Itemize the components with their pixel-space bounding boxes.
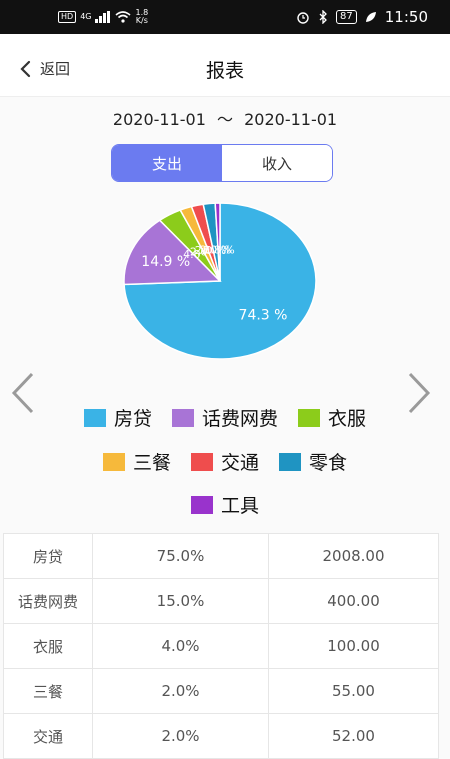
category-cell: 交通 [3,713,93,759]
date-end: 2020-11-01 [244,110,338,129]
table-row[interactable]: 话费网费 15.0% 400.00 [3,578,439,624]
table-row[interactable]: 三餐 2.0% 55.00 [3,668,439,714]
legend-item: 三餐 [102,448,171,475]
type-segmented-control: 支出 收入 [111,144,333,182]
legend-label: 工具 [220,495,259,517]
legend-item: 话费网费 [171,404,278,431]
date-start: 2020-11-01 [112,110,206,129]
pie-label-1: 74.3 % [239,307,288,323]
legend-label: 衣服 [328,408,367,430]
legend-item: 房贷 [83,404,152,431]
legend-item: 零食 [279,448,347,475]
table-row[interactable]: 交通 2.0% 52.00 [3,713,439,759]
percent-cell: 75.0% [92,533,269,579]
legend-swatch [298,408,320,427]
app-header: 返回 报表 [0,34,450,97]
status-left: HD 4G 1.8 K/s [58,9,148,25]
report-table: 房贷 75.0% 2008.00 话费网费 15.0% 400.00 衣服 4.… [3,533,439,759]
bluetooth-icon [319,10,327,24]
amount-cell: 2008.00 [268,533,439,579]
category-cell: 房贷 [3,533,93,579]
clock: 11:50 [384,8,428,26]
legend-label: 房贷 [113,408,152,430]
pie-label-7: 0.8 % [203,243,234,256]
wifi-icon [115,11,132,23]
signal-icon [95,11,111,23]
net-speed-unit: K/s [135,16,148,25]
date-range[interactable]: 2020-11-01 ～ 2020-11-01 [0,106,450,130]
legend-swatch [83,408,106,427]
net-speed: 1.8 K/s [135,9,148,25]
category-cell: 话费网费 [3,578,93,624]
tab-income[interactable]: 收入 [222,145,332,181]
amount-cell: 55.00 [268,668,439,714]
pie-chart: 74.3 %14.9 %4.0 %2.0 %2.0 %2.0 %0.8 % [123,202,317,360]
legend-swatch [190,452,213,471]
percent-cell: 4.0% [92,623,269,669]
legend-row-3: 工具 [0,491,450,518]
table-row[interactable]: 房贷 75.0% 2008.00 [3,533,439,579]
status-right: 87 11:50 [296,8,428,26]
network-badge: HD [58,11,77,23]
category-cell: 三餐 [3,668,93,714]
legend-item: 交通 [190,448,259,475]
legend-item: 衣服 [298,404,366,431]
signal-type: 4G [80,12,92,21]
amount-cell: 100.00 [268,623,439,669]
date-separator: ～ [216,110,233,129]
legend-item: 工具 [190,491,259,518]
legend-label: 三餐 [132,452,171,474]
battery-indicator: 87 [336,10,357,24]
amount-cell: 400.00 [268,578,439,624]
legend-label: 交通 [220,452,259,474]
category-cell: 衣服 [3,623,93,669]
leaf-icon [365,12,376,22]
legend-label: 零食 [309,452,348,474]
legend-swatch [102,452,125,471]
legend-swatch [279,452,301,471]
legend-row-1: 房贷 话费网费 衣服 [0,404,450,431]
tab-expense[interactable]: 支出 [112,145,222,181]
table-row[interactable]: 衣服 4.0% 100.00 [3,623,439,669]
alarm-icon [297,12,309,24]
percent-cell: 2.0% [92,713,269,759]
legend-swatch [190,495,213,514]
amount-cell: 52.00 [268,713,439,759]
status-bar: HD 4G 1.8 K/s 87 11:50 [0,0,450,34]
percent-cell: 2.0% [92,668,269,714]
legend-label: 话费网费 [201,408,278,430]
page-title: 报表 [205,60,244,82]
legend-swatch [171,408,194,427]
legend-row-2: 三餐 交通 零食 [0,448,450,475]
percent-cell: 15.0% [92,578,269,624]
